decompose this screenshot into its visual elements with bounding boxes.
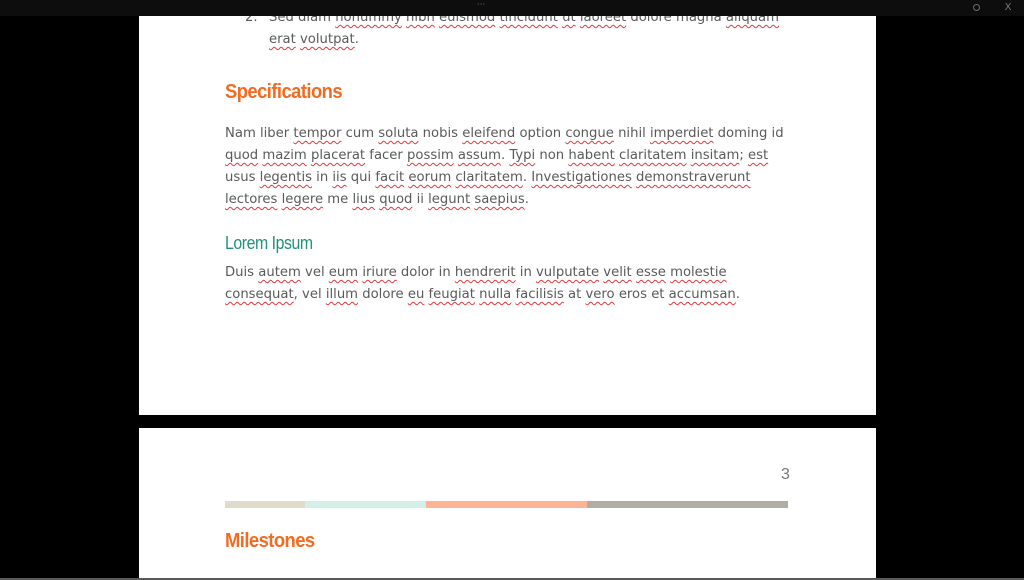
document-page-2: 2. Sed diam nonummy nibh euismod tincidu… xyxy=(139,0,876,415)
text-run: doming id xyxy=(713,126,784,141)
misspelled-word[interactable]: est xyxy=(748,148,768,163)
misspelled-word[interactable]: possim xyxy=(407,148,454,163)
misspelled-word[interactable]: quod xyxy=(225,148,258,163)
restore-icon[interactable] xyxy=(973,4,980,11)
heading-milestones: Milestones xyxy=(225,530,315,552)
misspelled-word[interactable]: demonstraverunt xyxy=(636,170,751,185)
text-run: qui xyxy=(346,170,376,185)
misspelled-word[interactable]: Investigationes xyxy=(531,170,632,185)
misspelled-word[interactable]: autem xyxy=(258,265,301,280)
misspelled-word[interactable]: eorum xyxy=(408,170,451,185)
text-run: in xyxy=(311,170,333,185)
misspelled-word[interactable]: volutpat xyxy=(300,32,355,47)
misspelled-word[interactable]: imperdiet xyxy=(650,126,714,141)
misspelled-word[interactable]: vero xyxy=(586,287,615,302)
misspelled-word[interactable]: Typi xyxy=(509,148,535,163)
text-run: ; xyxy=(739,148,748,163)
misspelled-word[interactable]: eleifend xyxy=(462,126,515,141)
misspelled-word[interactable]: erat xyxy=(269,32,296,47)
misspelled-word[interactable]: iis xyxy=(332,170,346,185)
text-run: ii xyxy=(412,192,429,207)
color-bar-segment-2 xyxy=(305,501,426,508)
text-run: in xyxy=(515,265,536,280)
misspelled-word[interactable]: illum xyxy=(326,287,358,302)
color-bar-segment-4 xyxy=(587,501,788,508)
lorem-paragraph[interactable]: Duis autem vel eum iriure dolor in hendr… xyxy=(225,262,788,306)
misspelled-word[interactable]: esse xyxy=(636,265,666,280)
misspelled-word[interactable]: quod xyxy=(379,192,412,207)
misspelled-word[interactable]: accumsan xyxy=(669,287,736,302)
text-run: . xyxy=(522,170,532,185)
text-run: me xyxy=(323,192,353,207)
misspelled-word[interactable]: habent xyxy=(568,148,614,163)
misspelled-word[interactable]: facilisis xyxy=(515,287,563,302)
heading-lorem-ipsum: Lorem Ipsum xyxy=(225,233,313,253)
close-icon[interactable]: X xyxy=(1002,1,1014,15)
header-color-bar xyxy=(225,501,788,508)
misspelled-word[interactable]: molestie xyxy=(670,265,727,280)
misspelled-word[interactable]: lius xyxy=(352,192,375,207)
misspelled-word[interactable]: congue xyxy=(565,126,614,141)
color-bar-segment-1 xyxy=(225,501,305,508)
misspelled-word[interactable]: legentis xyxy=(260,170,312,185)
drag-handle-icon[interactable]: ··· xyxy=(474,1,488,11)
text-run: at xyxy=(563,287,586,302)
misspelled-word[interactable]: assum xyxy=(458,148,501,163)
text-run: eros et xyxy=(614,287,669,302)
text-run: . xyxy=(735,287,740,302)
text-run: . xyxy=(524,192,529,207)
misspelled-word[interactable]: mazim xyxy=(262,148,306,163)
window-titlebar[interactable]: ··· X xyxy=(0,0,1024,16)
text-run: Nam liber xyxy=(225,126,294,141)
text-run: non xyxy=(535,148,569,163)
misspelled-word[interactable]: vulputate xyxy=(536,265,599,280)
misspelled-word[interactable]: nulla xyxy=(479,287,511,302)
misspelled-word[interactable]: insitam xyxy=(691,148,740,163)
heading-specifications: Specifications xyxy=(225,81,343,103)
text-run: vel xyxy=(300,265,329,280)
misspelled-word[interactable]: hendrerit xyxy=(455,265,516,280)
text-run: usus xyxy=(225,170,260,185)
text-run: dolore xyxy=(358,287,408,302)
misspelled-word[interactable]: claritatem xyxy=(619,148,686,163)
misspelled-word[interactable]: soluta xyxy=(378,126,418,141)
text-run: nihil xyxy=(613,126,650,141)
misspelled-word[interactable]: iriure xyxy=(362,265,396,280)
text-run: cum xyxy=(341,126,379,141)
misspelled-word[interactable]: eu xyxy=(408,287,424,302)
misspelled-word[interactable]: saepius xyxy=(474,192,524,207)
text-run: nobis xyxy=(418,126,463,141)
misspelled-word[interactable]: tempor xyxy=(293,126,341,141)
document-page-3: 3 Milestones xyxy=(139,428,876,580)
text-run: facer xyxy=(365,148,408,163)
page-number: 3 xyxy=(781,466,790,483)
text-run: , vel xyxy=(293,287,326,302)
color-bar-segment-3 xyxy=(426,501,587,508)
misspelled-word[interactable]: legunt xyxy=(428,192,470,207)
misspelled-word[interactable]: legere xyxy=(282,192,324,207)
misspelled-word[interactable]: velit xyxy=(603,265,631,280)
misspelled-word[interactable]: claritatem xyxy=(455,170,522,185)
text-run: dolor in xyxy=(396,265,455,280)
document-viewport: ··· X 2. Sed diam nonummy nibh euismod t… xyxy=(0,0,1024,580)
misspelled-word[interactable]: facit xyxy=(375,170,404,185)
text-run: option xyxy=(515,126,566,141)
text-run: . xyxy=(354,32,359,47)
misspelled-word[interactable]: placerat xyxy=(311,148,365,163)
specifications-paragraph[interactable]: Nam liber tempor cum soluta nobis eleife… xyxy=(225,123,788,211)
misspelled-word[interactable]: feugiat xyxy=(429,287,475,302)
text-run: Duis xyxy=(225,265,259,280)
misspelled-word[interactable]: lectores xyxy=(225,192,277,207)
misspelled-word[interactable]: eum xyxy=(329,265,358,280)
misspelled-word[interactable]: consequat xyxy=(225,287,294,302)
